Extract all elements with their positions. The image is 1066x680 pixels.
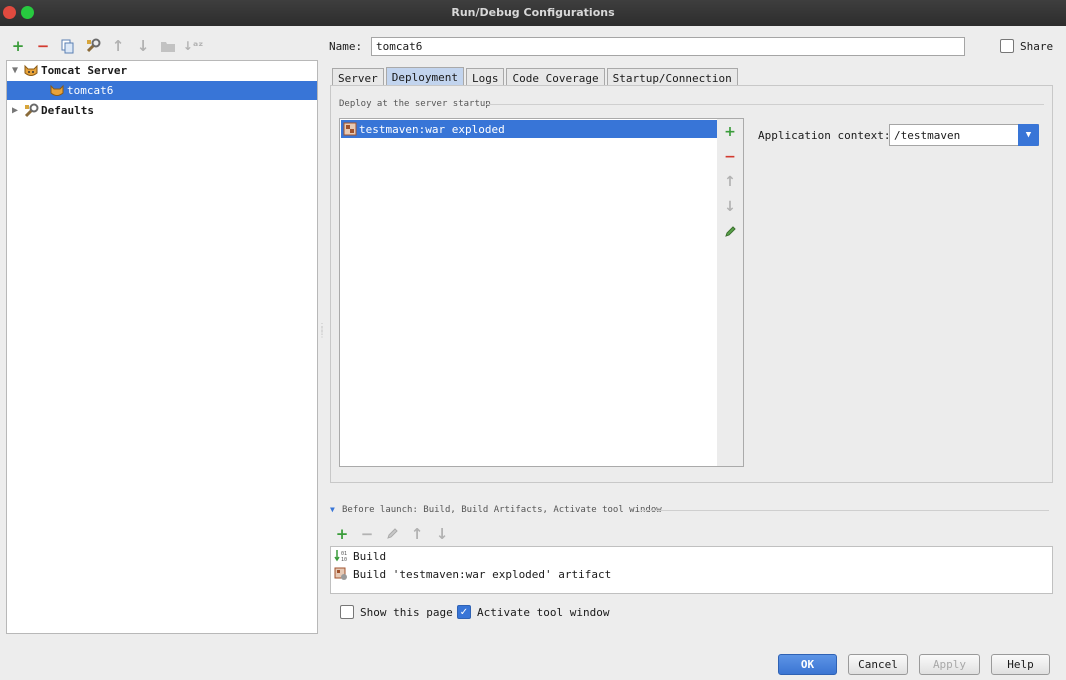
before-launch-item-build[interactable]: 01 10 Build: [333, 547, 386, 565]
artifact-icon: [341, 122, 359, 136]
deploy-toolbar: + − ↑ ↓: [717, 118, 744, 467]
show-page-checkbox[interactable]: [340, 605, 354, 619]
checkmark-icon: ✓: [459, 606, 469, 618]
app-context-label: Application context:: [758, 129, 891, 142]
activate-tool-window-checkbox[interactable]: ✓: [457, 605, 471, 619]
show-page-label: Show this page: [360, 606, 453, 619]
cancel-button[interactable]: Cancel: [848, 654, 908, 675]
arrow-down-icon[interactable]: ↓: [134, 37, 152, 55]
name-label: Name:: [329, 40, 363, 53]
app-context-value: /testmaven: [894, 128, 961, 142]
tree-item-defaults[interactable]: ▶ Defaults: [7, 101, 317, 120]
folder-icon[interactable]: [159, 37, 177, 55]
help-button[interactable]: Help: [991, 654, 1050, 675]
deploy-item-testmaven[interactable]: testmaven:war exploded: [341, 120, 717, 138]
deploy-list: testmaven:war exploded: [339, 118, 719, 467]
arrow-down-icon[interactable]: ↓: [433, 525, 451, 543]
before-launch-item-artifact[interactable]: Build 'testmaven:war exploded' artifact: [333, 565, 611, 583]
section-divider: [641, 510, 1049, 511]
svg-text:10: 10: [341, 557, 347, 563]
tab-deployment[interactable]: Deployment: [385, 67, 464, 87]
build-icon: 01 10: [333, 548, 349, 564]
ok-button[interactable]: OK: [778, 654, 837, 675]
minus-icon[interactable]: −: [358, 525, 376, 543]
configuration-tree: ▼ Tomcat Server tomcat6 ▶ Defaults: [6, 60, 318, 634]
splitter-handle[interactable]: ⋮ ⋮ ⋮: [318, 323, 326, 339]
chevron-down-icon[interactable]: ▼: [1018, 124, 1039, 146]
expand-arrow-icon[interactable]: ▼: [7, 65, 23, 76]
apply-button[interactable]: Apply: [919, 654, 980, 675]
before-launch-title: Before launch: Build, Build Artifacts, A…: [342, 505, 662, 515]
activate-tool-window-label: Activate tool window: [477, 606, 610, 619]
arrow-up-icon[interactable]: ↑: [408, 525, 426, 543]
title-bar: Run/Debug Configurations: [0, 0, 1066, 26]
plus-icon[interactable]: +: [9, 37, 27, 55]
before-launch-list: 01 10 Build Build 'testmaven:war exploded…: [330, 546, 1053, 594]
copy-icon[interactable]: [59, 37, 77, 55]
tree-item-label: Defaults: [41, 104, 94, 117]
deploy-item-label: testmaven:war exploded: [359, 122, 505, 136]
tree-item-label: Tomcat Server: [41, 64, 128, 77]
wrench-icon[interactable]: [84, 37, 102, 55]
edit-pencil-icon[interactable]: [383, 525, 401, 543]
collapse-arrow-icon[interactable]: ▶: [7, 105, 23, 116]
name-input[interactable]: tomcat6: [371, 37, 965, 56]
arrow-down-icon[interactable]: ↓: [721, 198, 739, 216]
arrow-up-icon[interactable]: ↑: [109, 37, 127, 55]
edit-pencil-icon[interactable]: [721, 223, 739, 241]
wrench-icon: [23, 103, 39, 119]
before-launch-item-label: Build 'testmaven:war exploded' artifact: [353, 567, 612, 581]
app-context-combo[interactable]: /testmaven ▼: [889, 124, 1039, 146]
section-divider: [486, 104, 1044, 105]
config-tabs: Server Deployment Logs Code Coverage Sta…: [332, 67, 740, 87]
arrow-up-icon[interactable]: ↑: [721, 173, 739, 191]
tree-item-tomcat6[interactable]: tomcat6: [7, 81, 317, 100]
tree-item-tomcat-server[interactable]: ▼ Tomcat Server: [7, 61, 317, 80]
tomcat-config-icon: [49, 83, 65, 99]
minus-icon[interactable]: −: [721, 148, 739, 166]
plus-icon[interactable]: +: [721, 123, 739, 141]
before-launch-item-label: Build: [353, 549, 387, 563]
artifact-icon: [333, 566, 349, 582]
deploy-section-title: Deploy at the server startup: [339, 99, 491, 109]
share-checkbox[interactable]: [1000, 39, 1014, 53]
sort-icon[interactable]: ↓ᵃᶻ: [183, 37, 204, 55]
tree-item-label: tomcat6: [67, 84, 114, 97]
share-label: Share: [1020, 40, 1054, 53]
window-title: Run/Debug Configurations: [451, 6, 615, 19]
plus-icon[interactable]: +: [333, 525, 351, 543]
minus-icon[interactable]: −: [34, 37, 52, 55]
expand-triangle-icon[interactable]: ▼: [330, 505, 335, 514]
tomcat-icon: [23, 63, 39, 79]
